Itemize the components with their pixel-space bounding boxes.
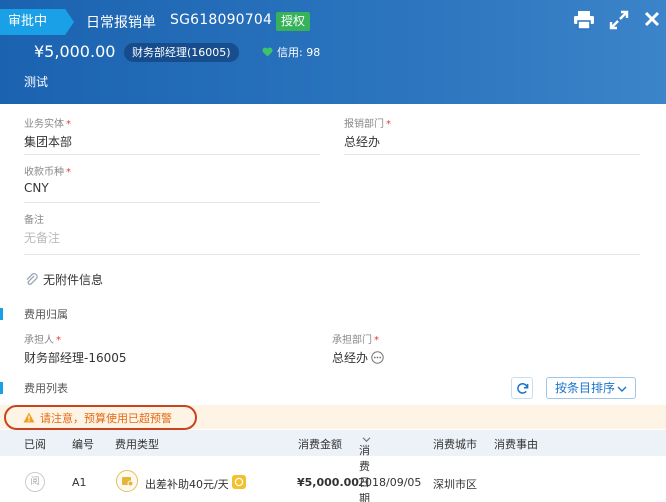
total-amount: ¥5,000.00 [34, 42, 116, 61]
table-row[interactable]: 阅 A1 出差补助40元/天 ¥5,000.00 2018/09/05 深圳市区 [0, 468, 666, 498]
read-marker[interactable]: 阅 [25, 472, 45, 492]
column-header-sortable[interactable]: 消费日期 [359, 436, 371, 502]
budget-warning: 请注意，预算使用已超预警 [4, 405, 197, 430]
column-header: 消费城市 [433, 438, 477, 451]
attachment-info[interactable]: 无附件信息 [24, 271, 103, 288]
bearer-dept-label: 承担部门 * [332, 335, 379, 346]
document-type: 日常报销单 [86, 15, 156, 31]
document-header: 审批中 日常报销单 SG618090704 授权 ¥5,000.00 财务部经理… [0, 0, 666, 104]
sort-dropdown[interactable]: 按条目排序 [546, 377, 636, 399]
currency-underline [24, 202, 320, 203]
more-icon[interactable] [371, 351, 384, 364]
expense-city: 深圳市区 [433, 478, 477, 491]
coin-icon [232, 475, 246, 489]
remark-value[interactable]: 无备注 [24, 229, 60, 246]
currency-label: 收款币种 * [24, 167, 71, 178]
heart-icon [262, 47, 273, 57]
dept-label: 报销部门 * [344, 119, 391, 130]
applicant-role: 财务部经理(16005) [124, 43, 239, 62]
remark-underline [24, 254, 640, 255]
cost-attribution-section: 费用归属 [0, 307, 68, 321]
status-tag: 审批中 [0, 9, 74, 35]
header-note: 测试 [24, 75, 49, 89]
remark-label: 备注 [24, 215, 44, 226]
refresh-button[interactable] [511, 377, 533, 399]
print-icon[interactable] [573, 10, 595, 30]
column-header: 消费事由 [494, 438, 538, 451]
bearer-dept-value[interactable]: 总经办 [332, 349, 384, 366]
dept-value[interactable]: 总经办 [344, 133, 380, 150]
credit-score: 信用: 98 [262, 44, 320, 60]
entity-label: 业务实体 * [24, 119, 71, 130]
row-number: A1 [72, 476, 87, 489]
column-header: 费用类型 [115, 438, 159, 451]
column-header: 已阅 [24, 438, 46, 451]
expense-date: 2018/09/05 [358, 476, 422, 489]
paperclip-icon [26, 272, 38, 285]
expand-icon[interactable] [609, 10, 631, 30]
authorization-badge: 授权 [276, 12, 311, 31]
dept-underline [344, 154, 640, 155]
warning-icon [23, 412, 35, 423]
column-header: 消费金额 [298, 438, 342, 451]
expense-type: 出差补助40元/天 [145, 478, 229, 491]
bearer-value[interactable]: 财务部经理-16005 [24, 349, 127, 366]
close-icon[interactable] [643, 10, 665, 30]
column-header: 编号 [72, 438, 94, 451]
document-number: SG618090704 [170, 12, 273, 28]
subsidy-icon [116, 470, 138, 492]
expense-amount: ¥5,000.00 [297, 476, 359, 489]
currency-value[interactable]: CNY [24, 181, 49, 195]
bearer-label: 承担人 * [24, 335, 61, 346]
expense-list-section: 费用列表 [0, 381, 68, 395]
refresh-icon [516, 382, 528, 394]
entity-underline [24, 154, 320, 155]
expense-table-header: 已阅 编号 费用类型 消费金额 消费日期 消费城市 消费事由 [0, 430, 666, 502]
entity-value[interactable]: 集团本部 [24, 133, 72, 150]
chevron-down-icon [617, 386, 627, 392]
